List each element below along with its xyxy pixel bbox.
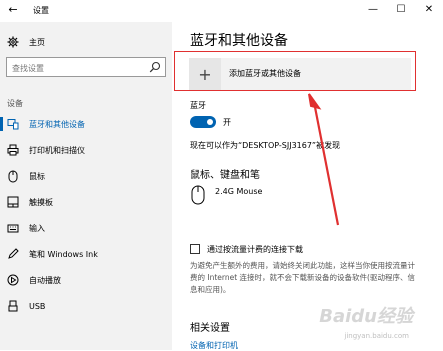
sidebar-item-label: 触摸板 — [29, 197, 53, 207]
sidebar-item-printers[interactable]: 打印机和扫描仪 — [0, 140, 172, 160]
pen-icon — [6, 247, 20, 261]
bluetooth-label: 蓝牙 — [190, 101, 206, 110]
search-icon[interactable] — [149, 61, 161, 73]
sidebar-item-label: 自动播放 — [29, 275, 61, 285]
home-nav-item[interactable]: 主页 — [7, 35, 45, 49]
sidebar-item-label: 输入 — [29, 223, 45, 233]
maximize-button[interactable]: ☐ — [387, 0, 415, 20]
page-title: 蓝牙和其他设备 — [190, 33, 288, 49]
watermark-url: jingyan.baidu.com — [344, 332, 409, 340]
mouse-icon — [6, 169, 20, 183]
keyboard-icon — [6, 221, 20, 235]
back-arrow-icon[interactable]: ← — [6, 3, 20, 17]
sidebar-item-bluetooth[interactable]: 蓝牙和其他设备 — [0, 114, 172, 134]
title-bar: ← 设置 — ☐ ✕ — [0, 0, 443, 22]
sidebar-item-usb[interactable]: USB — [0, 296, 172, 316]
minimize-button[interactable]: — — [359, 0, 387, 20]
printer-icon — [6, 143, 20, 157]
bluetooth-devices-icon — [6, 117, 20, 131]
metered-download-label: 通过按流量计费的连接下载 — [207, 245, 303, 254]
close-button[interactable]: ✕ — [415, 0, 443, 20]
bluetooth-toggle[interactable] — [190, 116, 216, 128]
search-input[interactable]: 查找设置 — [6, 57, 166, 77]
discoverable-text: 现在可以作为“DESKTOP-SJJ3167”被发现 — [190, 141, 341, 150]
annotation-highlight-box — [174, 51, 416, 91]
sidebar: 主页 查找设置 设备 蓝牙和其他设备 打印机和扫描仪 鼠标 触摸板 输入 笔和 … — [0, 22, 172, 350]
home-label: 主页 — [29, 37, 45, 47]
metered-download-checkbox[interactable] — [190, 244, 200, 254]
window-title: 设置 — [33, 6, 49, 15]
autoplay-icon — [6, 273, 20, 287]
search-placeholder: 查找设置 — [12, 64, 44, 73]
mouse-icon — [191, 185, 205, 205]
section-label-devices: 设备 — [7, 99, 23, 108]
gear-icon — [7, 36, 19, 48]
devices-printers-link[interactable]: 设备和打印机 — [190, 340, 238, 351]
usb-icon — [6, 299, 20, 313]
sidebar-item-touchpad[interactable]: 触摸板 — [0, 192, 172, 212]
sidebar-item-label: 打印机和扫描仪 — [29, 145, 85, 155]
toggle-knob — [207, 119, 213, 125]
sidebar-item-label: 鼠标 — [29, 171, 45, 181]
mouse-keyboard-pen-heading: 鼠标、键盘和笔 — [190, 170, 260, 181]
sidebar-item-label: 笔和 Windows Ink — [29, 249, 98, 259]
related-settings-heading: 相关设置 — [190, 323, 230, 334]
metered-download-description: 为避免产生额外的费用，请始终关闭此功能，这样当你使用按流量计费的 Interne… — [190, 261, 415, 294]
sidebar-item-typing[interactable]: 输入 — [0, 218, 172, 238]
active-indicator — [0, 117, 3, 131]
toggle-state-label: 开 — [223, 118, 231, 127]
sidebar-item-autoplay[interactable]: 自动播放 — [0, 270, 172, 290]
sidebar-item-label: USB — [29, 301, 46, 311]
touchpad-icon — [6, 195, 20, 209]
sidebar-item-mouse[interactable]: 鼠标 — [0, 166, 172, 186]
settings-window: ← 设置 — ☐ ✕ 主页 查找设置 设备 蓝牙和其他设备 打印机和扫描仪 鼠标… — [0, 0, 443, 350]
sidebar-item-pen[interactable]: 笔和 Windows Ink — [0, 244, 172, 264]
device-name[interactable]: 2.4G Mouse — [215, 187, 262, 196]
sidebar-item-label: 蓝牙和其他设备 — [29, 119, 85, 129]
watermark-logo: Baidu经验 — [319, 306, 413, 327]
